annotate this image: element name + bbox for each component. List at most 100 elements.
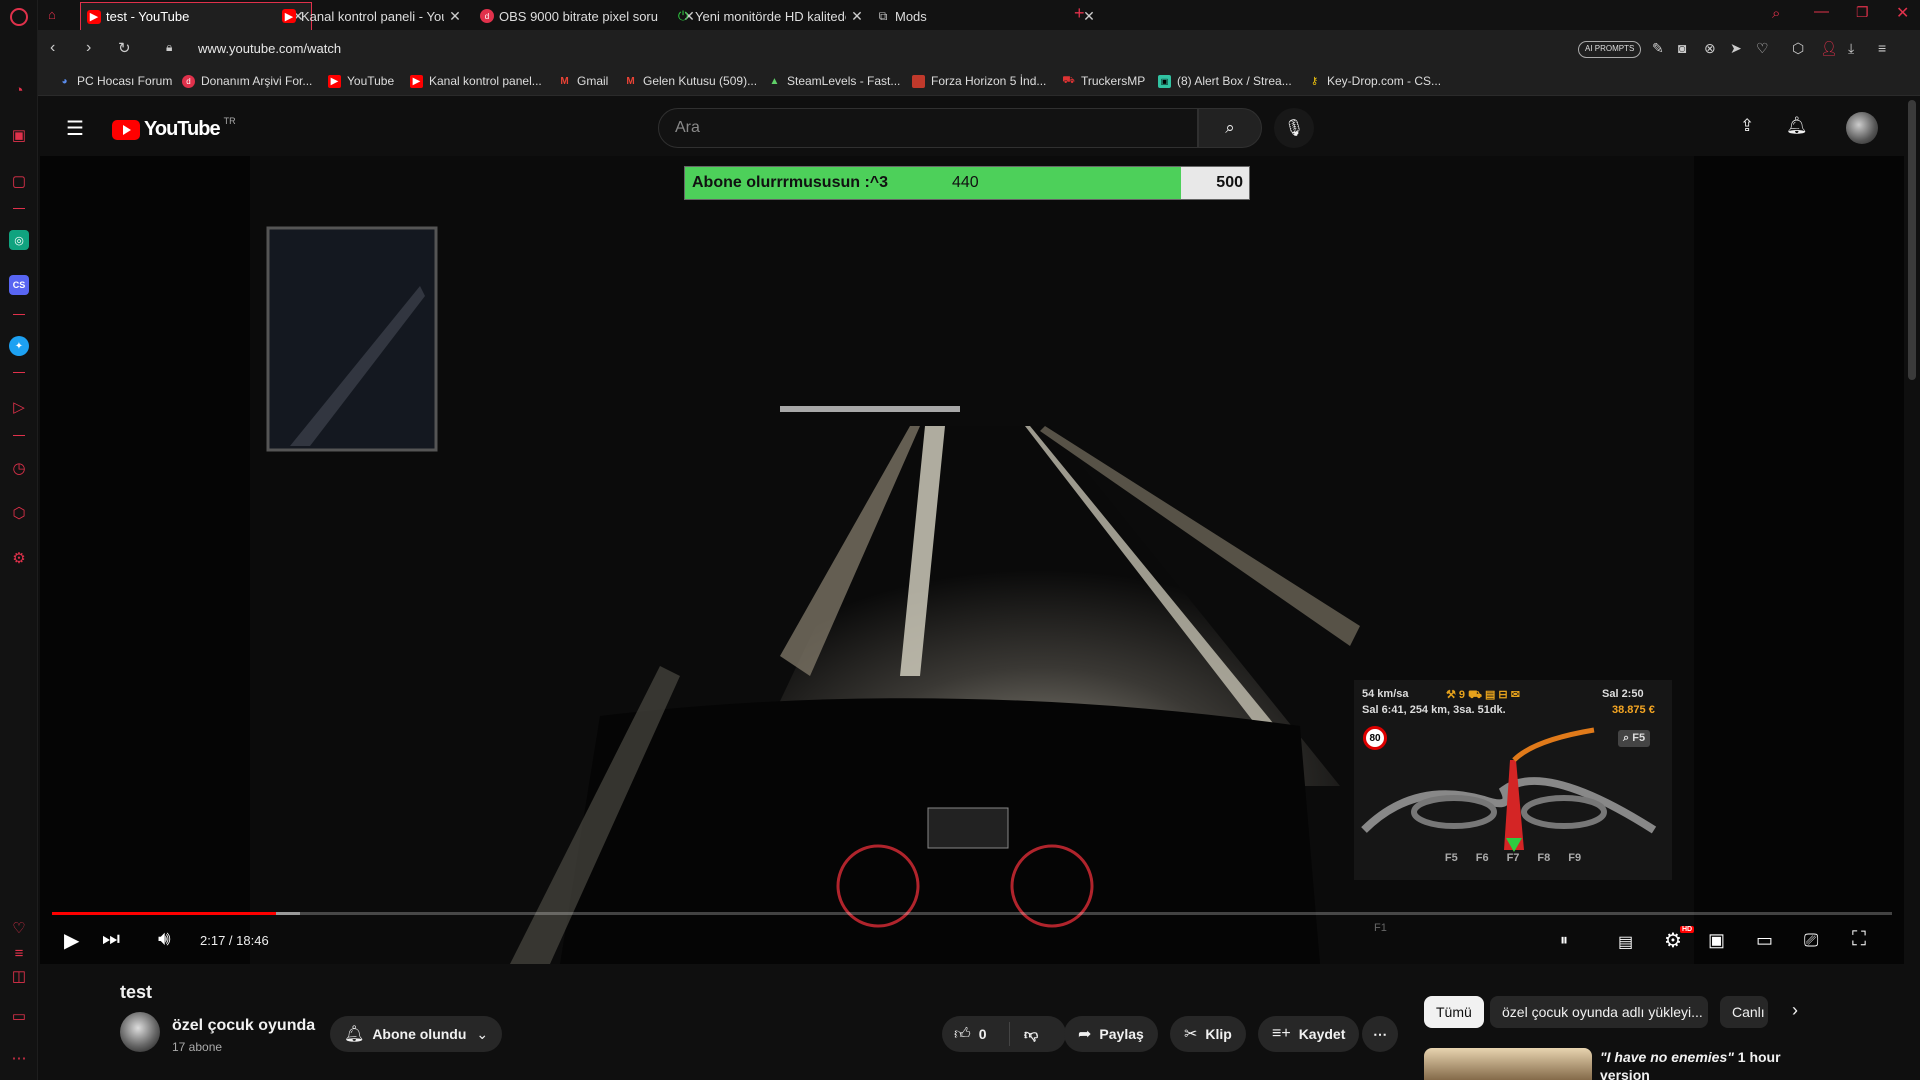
bag-icon[interactable]: ▣	[9, 125, 29, 145]
url-field[interactable]: www.youtube.com/watch	[198, 41, 341, 56]
search-tabs-icon[interactable]: ⌕	[1772, 5, 1780, 22]
channel-avatar[interactable]	[120, 1012, 160, 1052]
send-icon[interactable]: ➤	[1730, 40, 1742, 57]
bookmark-gmail[interactable]: M Gmail	[558, 74, 608, 88]
play-button[interactable]: ▶	[64, 928, 79, 953]
aria-icon[interactable]: ▢	[9, 171, 29, 191]
chip-live[interactable]: Canlı	[1720, 996, 1768, 1028]
hud-speed: 54 km/sa	[1362, 688, 1409, 700]
autoplay-toggle[interactable]: ⏸	[1560, 932, 1568, 950]
sidebar-divider	[13, 208, 25, 209]
next-button[interactable]: ⏭︎	[102, 928, 120, 951]
bookmark-donanim-arsivi[interactable]: d Donanım Arşivi For...	[182, 74, 312, 88]
profile-icon[interactable]: 👤︎	[1820, 40, 1838, 57]
flow-icon[interactable]: ◫	[9, 966, 29, 986]
chatgpt-icon[interactable]: ◎	[9, 230, 29, 250]
upload-icon[interactable]: ⇪	[1740, 116, 1754, 136]
hud-time: Sal 2:50	[1602, 688, 1644, 700]
new-tab-button[interactable]: +	[1074, 3, 1085, 24]
cs-icon[interactable]: CS	[9, 275, 29, 295]
download-icon[interactable]: ⤓	[1848, 40, 1854, 57]
thumbs-down-icon: 👎︎	[1024, 1025, 1039, 1042]
bookmark-gelen-kutusu[interactable]: M Gelen Kutusu (509)...	[624, 74, 757, 88]
block-icon[interactable]: ⊗	[1704, 40, 1716, 57]
bookmark-key-drop[interactable]: ⚷ Key-Drop.com - CS...	[1308, 74, 1441, 88]
voice-search-button[interactable]: 🎙︎	[1274, 108, 1314, 148]
twitter-icon[interactable]: ✦	[9, 336, 29, 356]
image-icon[interactable]: ▭	[9, 1006, 29, 1026]
notifications-bell-icon[interactable]: 🔔︎	[1786, 116, 1808, 136]
dislike-button[interactable]: 👎︎	[1010, 1026, 1038, 1043]
lock-icon[interactable]: 🔒︎	[166, 40, 172, 55]
chip-uploader[interactable]: özel çocuk oyunda adlı yükleyi...	[1490, 996, 1708, 1028]
player-icon[interactable]: ▷	[9, 397, 29, 417]
bookmark-truckersmp[interactable]: ⛟ TruckersMP	[1062, 74, 1145, 88]
cube-icon[interactable]: ⬡	[9, 503, 29, 523]
channel-name[interactable]: özel çocuk oyunda	[172, 1017, 315, 1035]
forward-icon[interactable]: ›	[86, 39, 91, 57]
video-progress-bar[interactable]	[52, 912, 1892, 915]
close-window-icon[interactable]: ✕	[1896, 3, 1909, 23]
close-icon[interactable]: ✕	[850, 8, 864, 25]
save-button[interactable]: ≡+ Kaydet	[1258, 1016, 1360, 1052]
more-icon[interactable]: ⋯	[9, 1048, 29, 1068]
hamburger-menu-icon[interactable]: ☰	[66, 116, 84, 141]
menu-icon[interactable]: ≡	[1878, 40, 1886, 56]
search-input[interactable]: Ara	[658, 108, 1198, 148]
subtitles-icon[interactable]: ▤	[1618, 932, 1633, 952]
chip-all[interactable]: Tümü	[1424, 996, 1484, 1028]
opera-logo-icon[interactable]	[10, 8, 28, 26]
tab-yeni-monitor[interactable]: ⏻ Yeni monitörde HD kalitede ✕	[670, 2, 870, 30]
minimize-icon[interactable]: —	[1814, 3, 1829, 20]
page-scrollbar[interactable]	[1904, 96, 1920, 1080]
scrollbar-thumb[interactable]	[1908, 100, 1916, 380]
search-button[interactable]: ⌕	[1198, 108, 1262, 148]
bookmark-alert-box[interactable]: ▣ (8) Alert Box / Strea...	[1158, 74, 1292, 88]
speed-dial-icon[interactable]: ◔	[9, 80, 29, 100]
theater-mode-icon[interactable]: ▭	[1756, 930, 1773, 951]
hud-minimap	[1361, 727, 1657, 852]
back-icon[interactable]: ‹	[50, 39, 55, 57]
edit-icon[interactable]: ✎	[1652, 40, 1664, 57]
share-label: Paylaş	[1099, 1026, 1144, 1042]
more-actions-button[interactable]: ⋯	[1362, 1016, 1398, 1052]
pchocasi-icon: ◕	[61, 75, 68, 87]
bookmark-kanal-kontrol[interactable]: ▶ Kanal kontrol panel...	[410, 74, 542, 88]
tab-kanal-kontrol[interactable]: ▶ Kanal kontrol paneli - YouT ✕	[276, 2, 468, 30]
heart-icon[interactable]: ♡	[1756, 40, 1769, 57]
subscribed-button[interactable]: 🔔︎ Abone olundu ⌄	[330, 1016, 503, 1052]
bookmark-steamlevels[interactable]: ▲ SteamLevels - Fast...	[768, 74, 901, 88]
camera-icon[interactable]: ◙	[1678, 40, 1686, 56]
bookmark-forza[interactable]: Forza Horizon 5 İnd...	[912, 74, 1046, 88]
bookmark-label: Key-Drop.com - CS...	[1327, 74, 1442, 88]
youtube-logo[interactable]: YouTube TR	[112, 116, 236, 141]
tab-mods[interactable]: ⧉ Mods ✕	[870, 2, 1102, 30]
restore-icon[interactable]: ❐	[1856, 4, 1869, 21]
gamepad-icon[interactable]: ⌂	[48, 7, 56, 22]
like-button[interactable]: 👍︎ 0	[942, 1022, 1010, 1046]
chevron-right-icon[interactable]: ›	[1792, 1000, 1798, 1021]
heart-icon[interactable]: ♡	[9, 918, 29, 938]
list-icon[interactable]: ≡	[9, 943, 29, 963]
bookmark-pc-hocasi[interactable]: ◕ PC Hocası Forum	[58, 74, 172, 88]
video-player[interactable]: Abone olurrrmususun :^3 440 500 54 km/sa…	[40, 156, 1904, 964]
miniplayer-icon[interactable]: ▣	[1708, 930, 1725, 951]
tab-obs-bitrate[interactable]: d OBS 9000 bitrate pixel soru ✕	[474, 2, 702, 30]
tab-title: Yeni monitörde HD kalitede	[695, 8, 846, 24]
share-button[interactable]: ➦ Paylaş	[1064, 1016, 1158, 1052]
clip-button[interactable]: ✂ Klip	[1170, 1016, 1246, 1052]
bookmark-youtube[interactable]: ▶ YouTube	[328, 74, 394, 88]
reload-icon[interactable]: ↻	[118, 39, 131, 57]
recommended-title[interactable]: "I have no enemies" 1 hour version	[1600, 1048, 1800, 1080]
progress-played	[52, 912, 276, 915]
ai-prompts-button[interactable]: AI PROMPTS	[1578, 41, 1642, 58]
fullscreen-icon[interactable]: ⛶	[1852, 928, 1866, 951]
close-icon[interactable]: ✕	[448, 8, 462, 25]
history-icon[interactable]: ◷	[9, 458, 29, 478]
avatar[interactable]	[1846, 112, 1878, 144]
cube-icon[interactable]: ⬡	[1792, 40, 1804, 57]
cast-icon[interactable]: ⎚	[1804, 930, 1818, 951]
recommended-thumbnail[interactable]	[1424, 1048, 1592, 1080]
volume-icon[interactable]: 🔊︎	[158, 928, 171, 951]
settings-icon[interactable]: ⚙	[9, 548, 29, 568]
